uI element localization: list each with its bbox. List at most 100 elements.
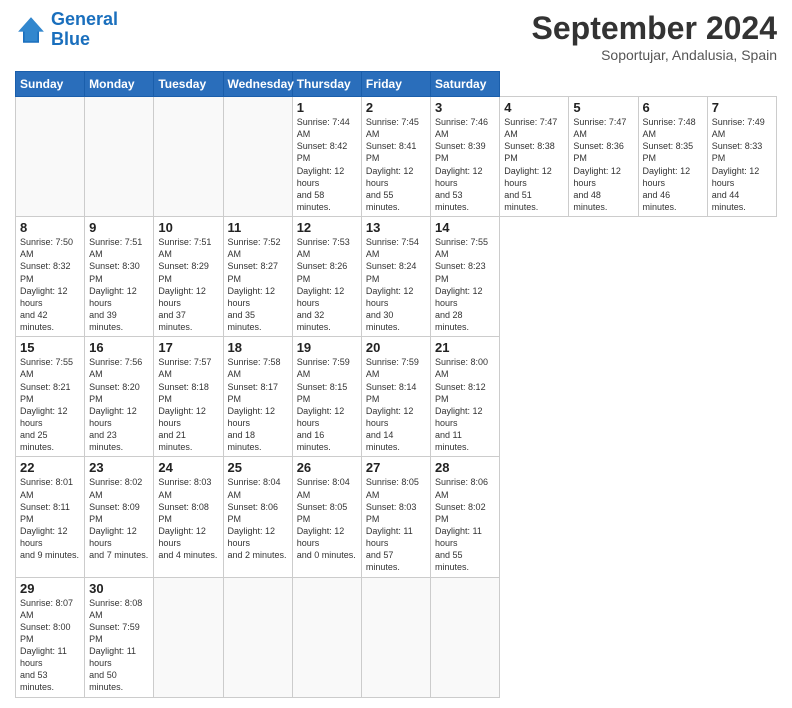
day-info: Sunrise: 8:08 AM Sunset: 7:59 PM Dayligh… bbox=[89, 597, 149, 694]
calendar-cell: 5Sunrise: 7:47 AM Sunset: 8:36 PM Daylig… bbox=[569, 97, 638, 217]
day-info: Sunrise: 8:04 AM Sunset: 8:06 PM Dayligh… bbox=[228, 476, 288, 561]
day-number: 17 bbox=[158, 340, 218, 355]
calendar-table: SundayMondayTuesdayWednesdayThursdayFrid… bbox=[15, 71, 777, 698]
calendar-cell: 4Sunrise: 7:47 AM Sunset: 8:38 PM Daylig… bbox=[500, 97, 569, 217]
logo: General Blue bbox=[15, 10, 118, 50]
day-number: 21 bbox=[435, 340, 495, 355]
calendar-cell: 11Sunrise: 7:52 AM Sunset: 8:27 PM Dayli… bbox=[223, 217, 292, 337]
day-info: Sunrise: 7:59 AM Sunset: 8:15 PM Dayligh… bbox=[297, 356, 357, 453]
day-info: Sunrise: 7:47 AM Sunset: 8:38 PM Dayligh… bbox=[504, 116, 564, 213]
day-info: Sunrise: 7:50 AM Sunset: 8:32 PM Dayligh… bbox=[20, 236, 80, 333]
day-info: Sunrise: 7:56 AM Sunset: 8:20 PM Dayligh… bbox=[89, 356, 149, 453]
day-number: 15 bbox=[20, 340, 80, 355]
day-number: 18 bbox=[228, 340, 288, 355]
day-number: 26 bbox=[297, 460, 357, 475]
calendar-cell: 26Sunrise: 8:04 AM Sunset: 8:05 PM Dayli… bbox=[292, 457, 361, 577]
day-info: Sunrise: 8:03 AM Sunset: 8:08 PM Dayligh… bbox=[158, 476, 218, 561]
day-number: 10 bbox=[158, 220, 218, 235]
day-header-wednesday: Wednesday bbox=[223, 72, 292, 97]
title-block: September 2024 Soportujar, Andalusia, Sp… bbox=[532, 10, 777, 63]
calendar-cell: 9Sunrise: 7:51 AM Sunset: 8:30 PM Daylig… bbox=[85, 217, 154, 337]
day-info: Sunrise: 8:06 AM Sunset: 8:02 PM Dayligh… bbox=[435, 476, 495, 573]
calendar-cell: 22Sunrise: 8:01 AM Sunset: 8:11 PM Dayli… bbox=[16, 457, 85, 577]
calendar-cell: 29Sunrise: 8:07 AM Sunset: 8:00 PM Dayli… bbox=[16, 577, 85, 697]
day-header-monday: Monday bbox=[85, 72, 154, 97]
day-info: Sunrise: 7:52 AM Sunset: 8:27 PM Dayligh… bbox=[228, 236, 288, 333]
calendar-week-3: 15Sunrise: 7:55 AM Sunset: 8:21 PM Dayli… bbox=[16, 337, 777, 457]
calendar-cell bbox=[85, 97, 154, 217]
logo-line1: General bbox=[51, 9, 118, 29]
day-number: 30 bbox=[89, 581, 149, 596]
calendar-cell: 14Sunrise: 7:55 AM Sunset: 8:23 PM Dayli… bbox=[431, 217, 500, 337]
calendar-week-1: 1Sunrise: 7:44 AM Sunset: 8:42 PM Daylig… bbox=[16, 97, 777, 217]
calendar-cell bbox=[223, 97, 292, 217]
calendar-cell: 30Sunrise: 8:08 AM Sunset: 7:59 PM Dayli… bbox=[85, 577, 154, 697]
day-info: Sunrise: 7:51 AM Sunset: 8:29 PM Dayligh… bbox=[158, 236, 218, 333]
day-number: 19 bbox=[297, 340, 357, 355]
calendar-cell bbox=[154, 577, 223, 697]
day-header-sunday: Sunday bbox=[16, 72, 85, 97]
calendar-week-5: 29Sunrise: 8:07 AM Sunset: 8:00 PM Dayli… bbox=[16, 577, 777, 697]
day-header-thursday: Thursday bbox=[292, 72, 361, 97]
calendar-cell: 15Sunrise: 7:55 AM Sunset: 8:21 PM Dayli… bbox=[16, 337, 85, 457]
header: General Blue September 2024 Soportujar, … bbox=[15, 10, 777, 63]
day-info: Sunrise: 7:45 AM Sunset: 8:41 PM Dayligh… bbox=[366, 116, 426, 213]
day-info: Sunrise: 7:48 AM Sunset: 8:35 PM Dayligh… bbox=[643, 116, 703, 213]
calendar-cell: 25Sunrise: 8:04 AM Sunset: 8:06 PM Dayli… bbox=[223, 457, 292, 577]
day-number: 20 bbox=[366, 340, 426, 355]
day-info: Sunrise: 7:53 AM Sunset: 8:26 PM Dayligh… bbox=[297, 236, 357, 333]
calendar-cell: 8Sunrise: 7:50 AM Sunset: 8:32 PM Daylig… bbox=[16, 217, 85, 337]
day-info: Sunrise: 8:07 AM Sunset: 8:00 PM Dayligh… bbox=[20, 597, 80, 694]
logo-icon bbox=[15, 14, 47, 46]
calendar-cell: 28Sunrise: 8:06 AM Sunset: 8:02 PM Dayli… bbox=[431, 457, 500, 577]
day-number: 25 bbox=[228, 460, 288, 475]
day-header-friday: Friday bbox=[361, 72, 430, 97]
month-title: September 2024 bbox=[532, 10, 777, 47]
calendar-cell bbox=[223, 577, 292, 697]
day-number: 2 bbox=[366, 100, 426, 115]
calendar-cell bbox=[16, 97, 85, 217]
calendar-cell: 17Sunrise: 7:57 AM Sunset: 8:18 PM Dayli… bbox=[154, 337, 223, 457]
calendar-cell: 27Sunrise: 8:05 AM Sunset: 8:03 PM Dayli… bbox=[361, 457, 430, 577]
day-header-tuesday: Tuesday bbox=[154, 72, 223, 97]
day-info: Sunrise: 8:05 AM Sunset: 8:03 PM Dayligh… bbox=[366, 476, 426, 573]
calendar-cell: 2Sunrise: 7:45 AM Sunset: 8:41 PM Daylig… bbox=[361, 97, 430, 217]
day-number: 5 bbox=[573, 100, 633, 115]
logo-text: General Blue bbox=[51, 10, 118, 50]
day-info: Sunrise: 7:58 AM Sunset: 8:17 PM Dayligh… bbox=[228, 356, 288, 453]
calendar-cell: 20Sunrise: 7:59 AM Sunset: 8:14 PM Dayli… bbox=[361, 337, 430, 457]
calendar-cell bbox=[431, 577, 500, 697]
page-container: General Blue September 2024 Soportujar, … bbox=[0, 0, 792, 708]
day-number: 1 bbox=[297, 100, 357, 115]
location-subtitle: Soportujar, Andalusia, Spain bbox=[532, 47, 777, 63]
calendar-cell: 7Sunrise: 7:49 AM Sunset: 8:33 PM Daylig… bbox=[707, 97, 776, 217]
calendar-cell: 6Sunrise: 7:48 AM Sunset: 8:35 PM Daylig… bbox=[638, 97, 707, 217]
day-info: Sunrise: 7:55 AM Sunset: 8:21 PM Dayligh… bbox=[20, 356, 80, 453]
day-number: 27 bbox=[366, 460, 426, 475]
day-info: Sunrise: 8:02 AM Sunset: 8:09 PM Dayligh… bbox=[89, 476, 149, 561]
calendar-cell: 19Sunrise: 7:59 AM Sunset: 8:15 PM Dayli… bbox=[292, 337, 361, 457]
day-number: 13 bbox=[366, 220, 426, 235]
days-header-row: SundayMondayTuesdayWednesdayThursdayFrid… bbox=[16, 72, 777, 97]
day-info: Sunrise: 7:59 AM Sunset: 8:14 PM Dayligh… bbox=[366, 356, 426, 453]
day-info: Sunrise: 8:00 AM Sunset: 8:12 PM Dayligh… bbox=[435, 356, 495, 453]
logo-line2: Blue bbox=[51, 29, 90, 49]
day-info: Sunrise: 7:44 AM Sunset: 8:42 PM Dayligh… bbox=[297, 116, 357, 213]
day-info: Sunrise: 7:54 AM Sunset: 8:24 PM Dayligh… bbox=[366, 236, 426, 333]
day-number: 29 bbox=[20, 581, 80, 596]
day-info: Sunrise: 8:04 AM Sunset: 8:05 PM Dayligh… bbox=[297, 476, 357, 561]
day-info: Sunrise: 8:01 AM Sunset: 8:11 PM Dayligh… bbox=[20, 476, 80, 561]
calendar-cell: 13Sunrise: 7:54 AM Sunset: 8:24 PM Dayli… bbox=[361, 217, 430, 337]
day-header-saturday: Saturday bbox=[431, 72, 500, 97]
day-info: Sunrise: 7:46 AM Sunset: 8:39 PM Dayligh… bbox=[435, 116, 495, 213]
day-number: 12 bbox=[297, 220, 357, 235]
calendar-week-2: 8Sunrise: 7:50 AM Sunset: 8:32 PM Daylig… bbox=[16, 217, 777, 337]
calendar-cell: 12Sunrise: 7:53 AM Sunset: 8:26 PM Dayli… bbox=[292, 217, 361, 337]
day-info: Sunrise: 7:49 AM Sunset: 8:33 PM Dayligh… bbox=[712, 116, 772, 213]
calendar-cell bbox=[154, 97, 223, 217]
day-number: 6 bbox=[643, 100, 703, 115]
day-info: Sunrise: 7:57 AM Sunset: 8:18 PM Dayligh… bbox=[158, 356, 218, 453]
calendar-cell: 23Sunrise: 8:02 AM Sunset: 8:09 PM Dayli… bbox=[85, 457, 154, 577]
day-number: 24 bbox=[158, 460, 218, 475]
day-info: Sunrise: 7:55 AM Sunset: 8:23 PM Dayligh… bbox=[435, 236, 495, 333]
